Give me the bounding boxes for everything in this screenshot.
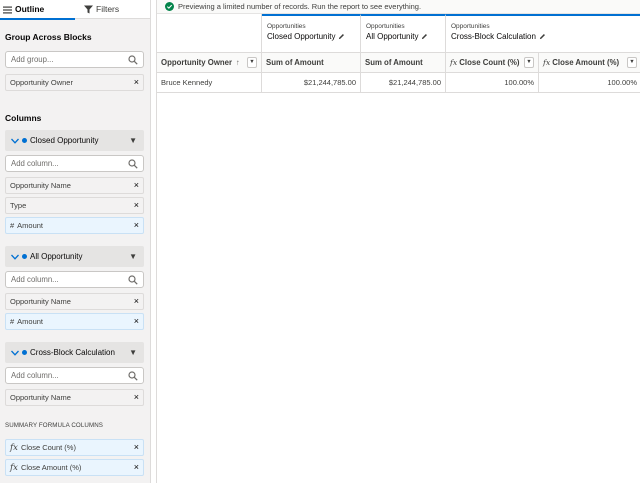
table-cell: 100.00% xyxy=(539,73,640,93)
dropdown-caret-icon[interactable]: ▼ xyxy=(129,342,137,363)
column-menu-button[interactable]: ▼ xyxy=(627,57,637,68)
number-type-icon: # xyxy=(10,317,15,326)
tab-filters[interactable]: Filters xyxy=(84,0,119,19)
summary-formula-pill[interactable]: fx Close Amount (%) × xyxy=(5,459,144,476)
table-cell: $21,244,785.00 xyxy=(361,73,446,93)
add-column-input-closed[interactable]: Add column... xyxy=(5,155,144,172)
block-header-closed-opportunity[interactable]: Closed Opportunity ▼ xyxy=(5,130,144,151)
block-header-empty xyxy=(157,14,262,52)
add-column-input-all[interactable]: Add column... xyxy=(5,271,144,288)
group-section-title: Group Across Blocks xyxy=(5,32,92,42)
tab-outline-label: Outline xyxy=(15,4,45,14)
table-block-all-opportunity: Opportunities All Opportunity xyxy=(361,14,446,52)
column-header-sum-closed[interactable]: Sum of Amount xyxy=(262,52,361,73)
search-icon xyxy=(128,371,138,381)
block-header-all-opportunity[interactable]: All Opportunity ▼ xyxy=(5,246,144,267)
preview-banner: Previewing a limited number of records. … xyxy=(157,0,640,14)
dropdown-caret-icon[interactable]: ▼ xyxy=(129,246,137,267)
summary-formula-pill[interactable]: fx Close Count (%) × xyxy=(5,439,144,456)
number-type-icon: # xyxy=(10,221,15,230)
search-icon xyxy=(128,55,138,65)
search-icon xyxy=(128,159,138,169)
remove-icon[interactable]: × xyxy=(134,294,139,309)
tab-filters-label: Filters xyxy=(96,4,120,14)
column-header-close-amount[interactable]: fx Close Amount (%) ▼ xyxy=(539,52,640,73)
report-builder: Outline Filters Group Across Blocks Add … xyxy=(0,0,640,483)
list-icon xyxy=(3,6,12,13)
table-cell: Bruce Kennedy xyxy=(157,73,262,93)
column-header-owner[interactable]: Opportunity Owner ↑ ▼ xyxy=(157,52,262,73)
column-header-close-count[interactable]: fx Close Count (%) ▼ xyxy=(446,52,539,73)
table-cell: $21,244,785.00 xyxy=(262,73,361,93)
remove-icon[interactable]: × xyxy=(134,218,139,233)
group-pill-opportunity-owner[interactable]: Opportunity Owner × xyxy=(5,74,144,91)
remove-icon[interactable]: × xyxy=(134,390,139,405)
chevron-down-icon xyxy=(11,350,19,356)
search-icon xyxy=(128,275,138,285)
check-circle-icon xyxy=(165,2,174,11)
remove-icon[interactable]: × xyxy=(134,460,139,475)
outline-panel: Outline Filters Group Across Blocks Add … xyxy=(0,0,151,483)
add-column-input-cross[interactable]: Add column... xyxy=(5,367,144,384)
banner-text: Previewing a limited number of records. … xyxy=(178,1,422,11)
column-pill[interactable]: Opportunity Name × xyxy=(5,389,144,406)
remove-icon[interactable]: × xyxy=(134,440,139,455)
remove-icon[interactable]: × xyxy=(134,178,139,193)
column-menu-button[interactable]: ▼ xyxy=(247,57,257,68)
sort-arrow-icon[interactable]: ↑ xyxy=(236,58,240,67)
block-header-cross-block[interactable]: Cross-Block Calculation ▼ xyxy=(5,342,144,363)
block-color-dot xyxy=(22,350,27,356)
add-group-input[interactable]: Add group... xyxy=(5,51,144,68)
block-color-dot xyxy=(22,254,27,260)
column-pill[interactable]: Type × xyxy=(5,197,144,214)
panel-tabs: Outline Filters xyxy=(0,0,150,20)
column-pill[interactable]: Opportunity Name × xyxy=(5,293,144,310)
formula-icon: fx xyxy=(543,58,551,67)
table-cell: 100.00% xyxy=(446,73,539,93)
block-color-dot xyxy=(22,138,27,144)
table-block-closed-opportunity: Opportunities Closed Opportunity xyxy=(262,14,361,52)
pencil-icon[interactable] xyxy=(421,33,428,40)
pencil-icon[interactable] xyxy=(338,33,345,40)
preview-table: Opportunities Closed Opportunity Opportu… xyxy=(157,14,640,483)
remove-icon[interactable]: × xyxy=(134,75,139,90)
formula-icon: fx xyxy=(450,58,458,67)
formula-icon: fx xyxy=(10,463,18,473)
summary-formula-title: SUMMARY FORMULA COLUMNS xyxy=(5,422,103,429)
column-menu-button[interactable]: ▼ xyxy=(524,57,534,68)
formula-icon: fx xyxy=(10,443,18,453)
chevron-down-icon xyxy=(11,254,19,260)
remove-icon[interactable]: × xyxy=(134,198,139,213)
chevron-down-icon xyxy=(11,138,19,144)
filter-icon xyxy=(84,5,93,14)
tab-outline[interactable]: Outline xyxy=(0,0,75,20)
column-header-sum-all[interactable]: Sum of Amount xyxy=(361,52,446,73)
preview-panel: Previewing a limited number of records. … xyxy=(156,0,640,483)
dropdown-caret-icon[interactable]: ▼ xyxy=(129,130,137,151)
pencil-icon[interactable] xyxy=(539,33,546,40)
columns-section-title: Columns xyxy=(5,113,42,123)
column-pill[interactable]: Opportunity Name × xyxy=(5,177,144,194)
remove-icon[interactable]: × xyxy=(134,314,139,329)
column-pill[interactable]: # Amount × xyxy=(5,313,144,330)
column-pill[interactable]: # Amount × xyxy=(5,217,144,234)
table-block-cross-block: Opportunities Cross-Block Calculation xyxy=(446,14,640,52)
